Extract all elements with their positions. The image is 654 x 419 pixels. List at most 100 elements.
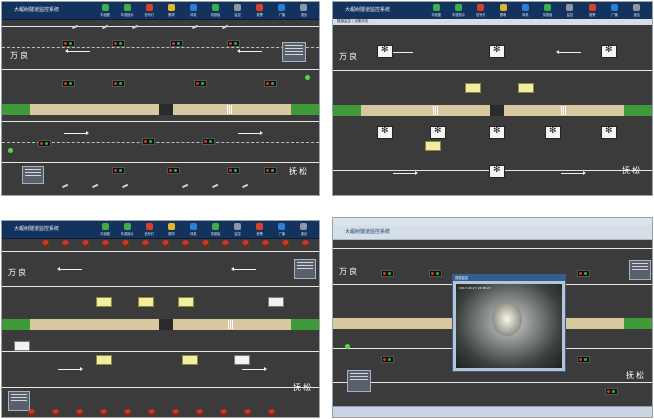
toolbar-button-lane[interactable]: 车道指示 <box>116 222 138 237</box>
lighting-lamp[interactable] <box>282 240 289 247</box>
lighting-lamp[interactable] <box>242 240 249 247</box>
toolbar-button-exit[interactable]: 退出 <box>293 3 315 18</box>
lighting-lamp[interactable] <box>100 409 107 416</box>
lane-signal[interactable] <box>381 270 394 277</box>
toolbar-button-broadcast[interactable]: 广播 <box>271 3 293 18</box>
toolbar-button-light[interactable]: 照明 <box>492 3 514 18</box>
message-board[interactable] <box>234 355 250 365</box>
lighting-lamp[interactable] <box>142 240 149 247</box>
message-board[interactable] <box>268 297 284 307</box>
lane-signal[interactable] <box>264 80 277 87</box>
lane-signal[interactable] <box>429 270 442 277</box>
status-indicator[interactable] <box>8 148 13 153</box>
lighting-lamp[interactable] <box>148 409 155 416</box>
lighting-lamp[interactable] <box>222 240 229 247</box>
lighting-lamp[interactable] <box>202 240 209 247</box>
lane-signal[interactable] <box>112 40 125 47</box>
jet-fan[interactable] <box>489 126 505 139</box>
lighting-lamp[interactable] <box>82 240 89 247</box>
toolbar-button-camera[interactable]: 监控 <box>227 222 249 237</box>
toolbar-button-signal[interactable]: 信号灯 <box>138 222 160 237</box>
lane-signal[interactable] <box>605 388 618 395</box>
lighting-lamp[interactable] <box>62 240 69 247</box>
toolbar-button-map[interactable]: 平面图 <box>425 3 447 18</box>
toolbar-button-fan[interactable]: 风机 <box>182 222 204 237</box>
message-board[interactable] <box>182 355 198 365</box>
toolbar-button-light[interactable]: 照明 <box>160 3 182 18</box>
toolbar-button-exit[interactable]: 退出 <box>626 3 648 18</box>
message-board[interactable] <box>14 341 30 351</box>
lighting-lamp[interactable] <box>244 409 251 416</box>
lighting-lamp[interactable] <box>28 409 35 416</box>
toolbar-button-alarm[interactable]: 报警 <box>581 3 603 18</box>
lighting-lamp[interactable] <box>122 240 129 247</box>
status-indicator[interactable] <box>345 344 350 349</box>
toolbar-button-signal[interactable]: 信号灯 <box>138 3 160 18</box>
toolbar-button-lane[interactable]: 车道指示 <box>447 3 469 18</box>
lane-signal[interactable] <box>577 356 590 363</box>
lighting-lamp[interactable] <box>102 240 109 247</box>
lane-signal[interactable] <box>194 80 207 87</box>
lane-signal[interactable] <box>381 356 394 363</box>
lighting-lamp[interactable] <box>76 409 83 416</box>
lane-signal[interactable] <box>142 138 155 145</box>
lighting-lamp[interactable] <box>268 409 275 416</box>
toolbar-button-broadcast[interactable]: 广播 <box>603 3 625 18</box>
lighting-lamp[interactable] <box>302 240 309 247</box>
toolbar-button-light[interactable]: 照明 <box>160 222 182 237</box>
device-info-panel[interactable] <box>629 260 651 280</box>
message-board[interactable] <box>96 297 112 307</box>
toolbar-button-map[interactable]: 平面图 <box>94 222 116 237</box>
message-board[interactable] <box>518 83 534 93</box>
lane-signal[interactable] <box>62 40 75 47</box>
status-indicator[interactable] <box>305 75 310 80</box>
device-info-panel[interactable] <box>282 42 306 62</box>
lighting-lamp[interactable] <box>42 240 49 247</box>
lighting-lamp[interactable] <box>182 240 189 247</box>
lighting-lamp[interactable] <box>162 240 169 247</box>
device-info-panel[interactable] <box>22 166 44 184</box>
lighting-lamp[interactable] <box>52 409 59 416</box>
message-board[interactable] <box>465 83 481 93</box>
toolbar-button-lane[interactable]: 车道指示 <box>116 3 138 18</box>
toolbar-button-camera[interactable]: 监控 <box>227 3 249 18</box>
toolbar-button-fan[interactable]: 风机 <box>182 3 204 18</box>
lane-signal[interactable] <box>112 167 125 174</box>
lighting-lamp[interactable] <box>220 409 227 416</box>
lane-signal[interactable] <box>112 80 125 87</box>
toolbar-button-fan[interactable]: 风机 <box>514 3 536 18</box>
camera-dialog[interactable]: 视频监控 2017-03-27 13:38:27 <box>452 274 566 372</box>
camera-video-view[interactable]: 2017-03-27 13:38:27 <box>456 284 562 368</box>
toolbar-button-map[interactable]: 平面图 <box>94 3 116 18</box>
lane-signal[interactable] <box>170 40 183 47</box>
lane-signal[interactable] <box>202 138 215 145</box>
message-board[interactable] <box>178 297 194 307</box>
toolbar-button-board[interactable]: 情报板 <box>204 222 226 237</box>
lighting-lamp[interactable] <box>172 409 179 416</box>
lighting-lamp[interactable] <box>196 409 203 416</box>
lane-signal[interactable] <box>227 40 240 47</box>
lane-signal[interactable] <box>167 167 180 174</box>
jet-fan[interactable] <box>601 45 617 58</box>
toolbar-button-alarm[interactable]: 报警 <box>249 3 271 18</box>
toolbar-button-alarm[interactable]: 报警 <box>249 222 271 237</box>
jet-fan[interactable] <box>489 165 505 178</box>
toolbar-button-exit[interactable]: 退出 <box>293 222 315 237</box>
lane-signal[interactable] <box>577 270 590 277</box>
toolbar-button-board[interactable]: 情报板 <box>204 3 226 18</box>
jet-fan[interactable] <box>377 126 393 139</box>
device-info-panel[interactable] <box>294 259 316 279</box>
device-info-panel[interactable] <box>8 391 30 411</box>
jet-fan[interactable] <box>489 45 505 58</box>
toolbar-button-signal[interactable]: 信号灯 <box>470 3 492 18</box>
toolbar-button-board[interactable]: 情报板 <box>536 3 558 18</box>
jet-fan[interactable] <box>601 126 617 139</box>
message-board[interactable] <box>96 355 112 365</box>
message-board[interactable] <box>425 141 441 151</box>
jet-fan[interactable] <box>430 126 446 139</box>
lane-signal[interactable] <box>227 167 240 174</box>
lane-signal[interactable] <box>62 80 75 87</box>
lighting-lamp[interactable] <box>124 409 131 416</box>
message-board[interactable] <box>138 297 154 307</box>
device-info-panel[interactable] <box>347 370 371 392</box>
